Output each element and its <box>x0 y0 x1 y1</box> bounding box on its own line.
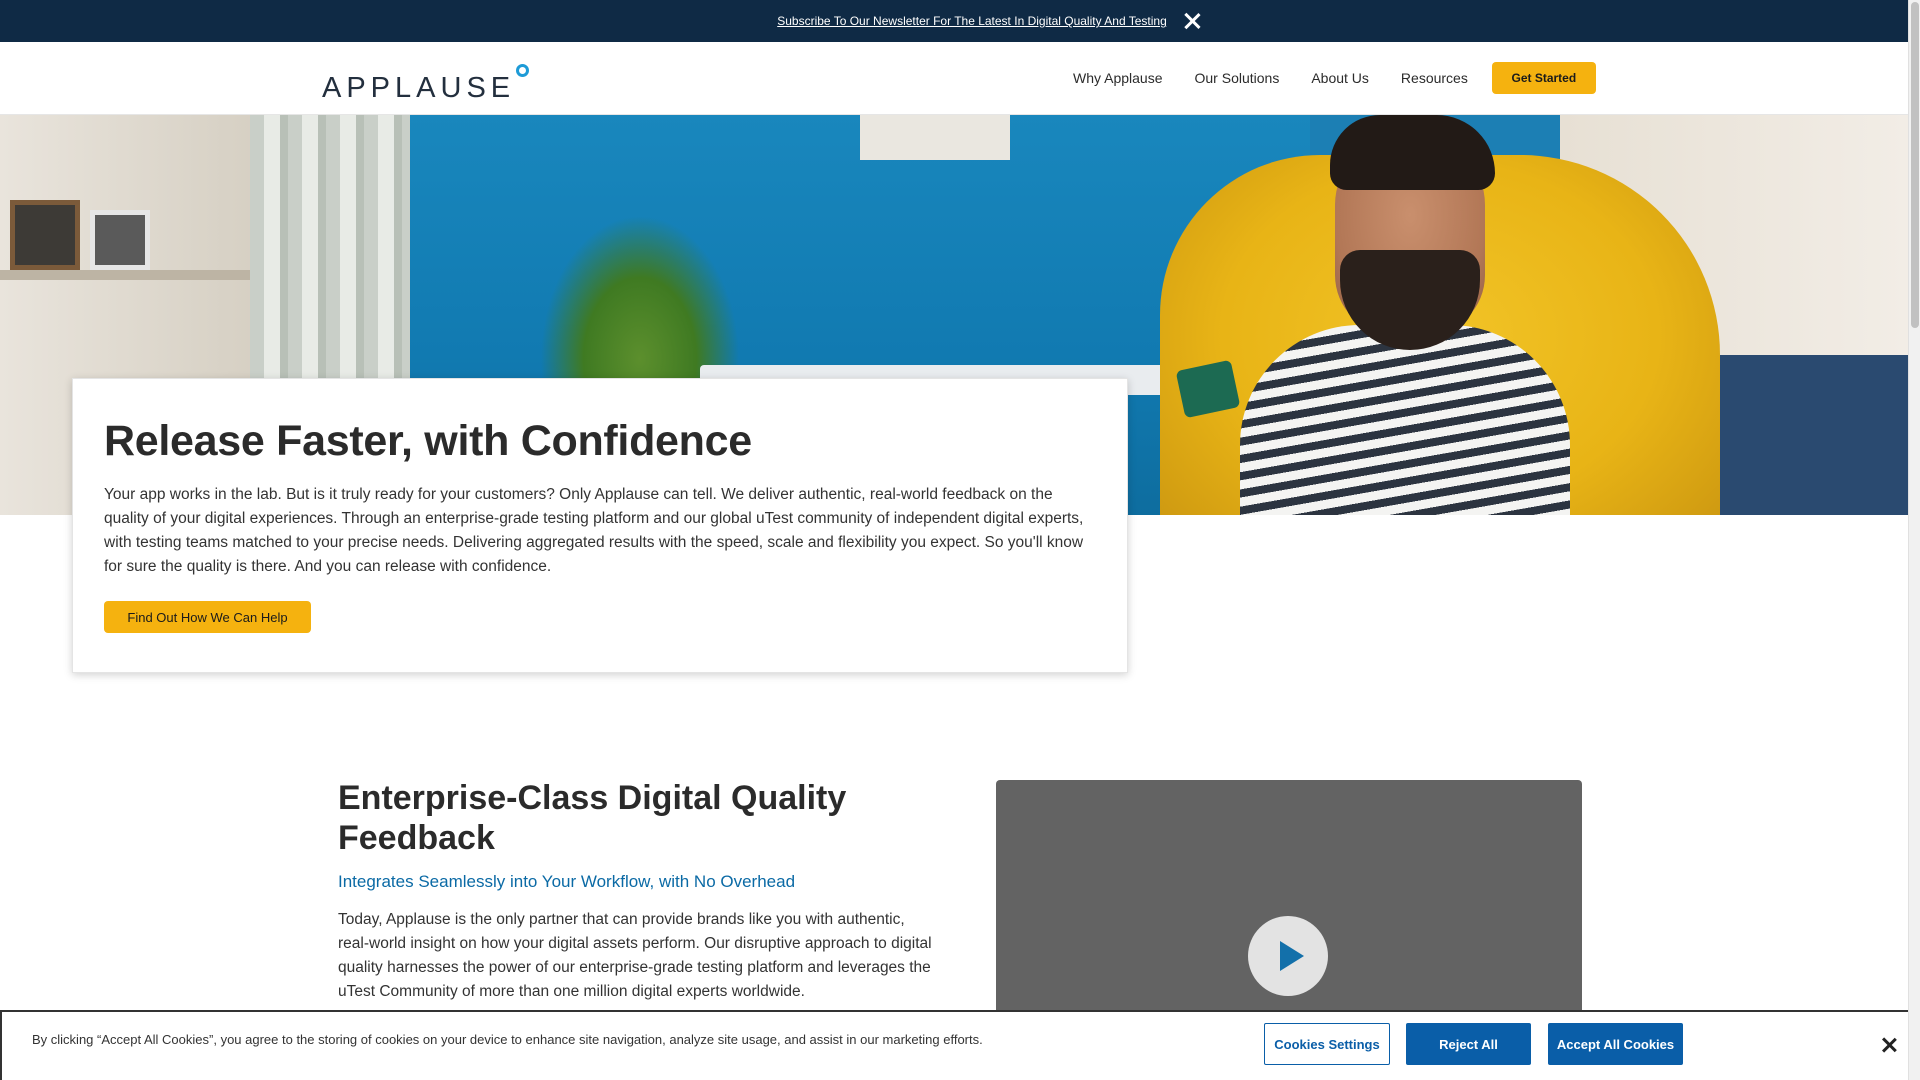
video-player[interactable] <box>996 780 1582 1020</box>
cookie-text: By clicking “Accept All Cookies”, you ag… <box>32 1032 983 1047</box>
hero-cabinet <box>1720 355 1908 515</box>
close-icon[interactable] <box>1880 1036 1898 1054</box>
hero-person-shirt <box>1240 325 1570 515</box>
close-icon[interactable] <box>1181 10 1203 32</box>
newsletter-bar: Subscribe To Our Newsletter For The Late… <box>0 0 1920 42</box>
hero-photo-frame <box>10 200 80 270</box>
hero-shelf <box>0 270 260 280</box>
hero-photo-frame <box>90 210 150 270</box>
site-header: APPLAUSE Why Applause Our Solutions Abou… <box>0 42 1908 115</box>
cookie-banner: By clicking “Accept All Cookies”, you ag… <box>0 1010 1920 1080</box>
enterprise-subtitle: Integrates Seamlessly into Your Workflow… <box>338 872 796 891</box>
accept-all-cookies-button[interactable]: Accept All Cookies <box>1548 1023 1683 1065</box>
hero-card: Release Faster, with Confidence Your app… <box>72 378 1128 673</box>
get-started-button[interactable]: Get Started <box>1491 62 1596 94</box>
hero-title: Release Faster, with Confidence <box>104 417 752 465</box>
nav-our-solutions[interactable]: Our Solutions <box>1195 70 1280 86</box>
enterprise-title: Enterprise-Class Digital Quality Feedbac… <box>338 779 847 857</box>
reject-all-button[interactable]: Reject All <box>1406 1023 1531 1065</box>
newsletter-link[interactable]: Subscribe To Our Newsletter For The Late… <box>777 14 1167 28</box>
circle-icon <box>516 64 530 77</box>
find-out-button[interactable]: Find Out How We Can Help <box>104 601 311 633</box>
scrollbar-thumb[interactable] <box>1911 2 1919 328</box>
nav-about-us[interactable]: About Us <box>1311 70 1369 86</box>
scrollbar[interactable] <box>1908 0 1920 1080</box>
nav-resources[interactable]: Resources <box>1401 70 1468 86</box>
nav-why-applause[interactable]: Why Applause <box>1073 70 1163 86</box>
logo-text: APPLAUSE <box>322 72 516 104</box>
cookies-settings-button[interactable]: Cookies Settings <box>1264 1023 1390 1065</box>
hero-person-hair <box>1330 115 1495 190</box>
play-icon[interactable] <box>1248 916 1328 996</box>
hero-wall-shelf <box>860 115 1010 160</box>
enterprise-body: Today, Applause is the only partner that… <box>338 911 932 1000</box>
applause-logo[interactable]: APPLAUSE <box>322 60 530 105</box>
hero-body: Your app works in the lab. But is it tru… <box>104 486 1084 575</box>
main-nav: Why Applause Our Solutions About Us Reso… <box>1073 62 1596 94</box>
